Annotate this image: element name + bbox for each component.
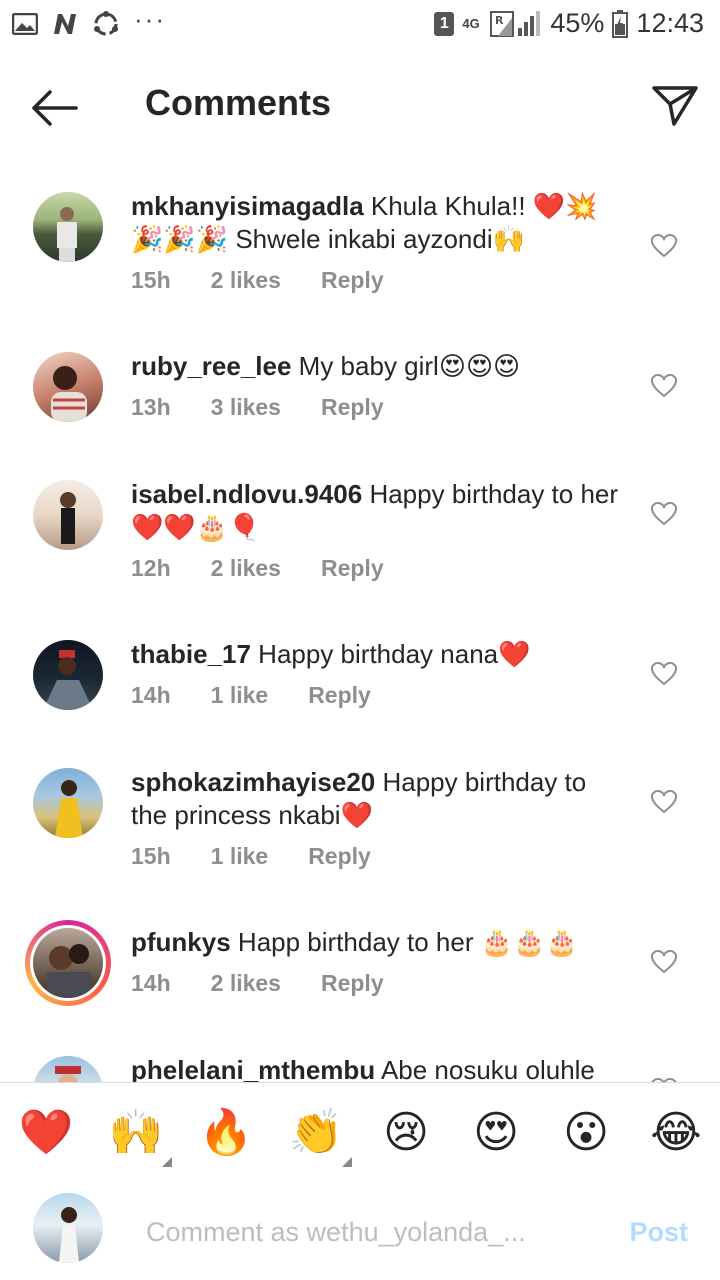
comment-username[interactable]: mkhanyisimagadla (131, 191, 364, 221)
battery-percent: 45% (550, 8, 605, 38)
comment-likes[interactable]: 1 like (211, 682, 269, 709)
comment-likes[interactable]: 2 likes (211, 970, 281, 997)
reply-button[interactable]: Reply (321, 555, 384, 582)
svg-text:R: R (495, 14, 504, 27)
status-left-icons: ··· (12, 4, 166, 38)
like-heart-icon[interactable] (650, 372, 678, 400)
like-heart-icon[interactable] (650, 788, 678, 816)
emoji-clapping-hands-glyph: 👏 (288, 1107, 344, 1158)
emoji-clapping-hands[interactable]: 👏 (286, 1103, 352, 1167)
signal-icon: R (490, 10, 541, 37)
like-heart-icon[interactable] (650, 948, 678, 976)
comment-input[interactable] (144, 1211, 588, 1253)
my-avatar (33, 1193, 103, 1263)
comment-time: 14h (131, 682, 171, 708)
direct-send-icon[interactable] (650, 80, 700, 130)
comment-meta: 14h 2 likes Reply (131, 970, 424, 997)
emoji-raising-hands[interactable]: 🙌 (106, 1103, 172, 1167)
reply-button[interactable]: Reply (308, 843, 371, 870)
comment-text: mkhanyisimagadla Khula Khula!! ❤️💥🎉🎉🎉 Sh… (131, 190, 626, 256)
reply-button[interactable]: Reply (308, 682, 371, 709)
comment-message: Abe nosuku oluhle (375, 1055, 595, 1082)
comment-likes[interactable]: 2 likes (211, 267, 281, 294)
avatar[interactable] (33, 192, 103, 262)
comment-time: 13h (131, 394, 171, 420)
comment-text: ruby_ree_lee My baby girl😍😍😍 (131, 350, 626, 383)
avatar[interactable] (33, 640, 103, 710)
image-icon (12, 13, 38, 35)
comment-text: sphokazimhayise20 Happy birthday to the … (131, 766, 626, 832)
comment-text: pfunkys Happ birthday to her 🎂🎂🎂 (131, 926, 626, 959)
comment-likes[interactable]: 3 likes (211, 394, 281, 421)
sync-icon (94, 11, 118, 36)
sim-badge: 1 (434, 11, 455, 36)
page-title: Comments (145, 82, 332, 123)
emoji-surprised-face[interactable]: 😮 (556, 1103, 616, 1163)
comment-username[interactable]: isabel.ndlovu.9406 (131, 479, 362, 509)
like-heart-icon[interactable] (650, 500, 678, 528)
status-bar: ··· 1 4G R 45% 12:43 (0, 0, 720, 50)
emoji-quick-bar: ❤️ 🙌 🔥 👏 😢 😍 😮 😂 (0, 1082, 720, 1182)
comment-time: 15h (131, 843, 171, 869)
avatar[interactable] (33, 480, 103, 550)
status-right-icons: 1 4G R 45% 12:43 (434, 8, 704, 39)
clock: 12:43 (636, 8, 704, 38)
emoji-heart-eyes[interactable]: 😍 (466, 1103, 526, 1163)
comment-text: isabel.ndlovu.9406 Happy birthday to her… (131, 478, 626, 544)
comment-username[interactable]: thabie_17 (131, 639, 251, 669)
comment-username[interactable]: ruby_ree_lee (131, 351, 291, 381)
comment-meta: 15h 1 like Reply (131, 843, 411, 870)
comment-text: phelelani_mthembu Abe nosuku oluhle (131, 1054, 626, 1082)
like-heart-icon[interactable] (650, 232, 678, 260)
comment-time: 15h (131, 267, 171, 293)
emoji-crying-face[interactable]: 😢 (376, 1103, 436, 1163)
comment-meta: 12h 2 likes Reply (131, 555, 424, 582)
comment-text: thabie_17 Happy birthday nana❤️ (131, 638, 626, 671)
reply-button[interactable]: Reply (321, 394, 384, 421)
reply-button[interactable]: Reply (321, 267, 384, 294)
comment-list[interactable]: mkhanyisimagadla Khula Khula!! ❤️💥🎉🎉🎉 Sh… (0, 170, 720, 1082)
comment-time: 12h (131, 555, 171, 581)
skin-tone-indicator (342, 1157, 352, 1167)
comment-likes[interactable]: 2 likes (211, 555, 281, 582)
n-app-icon (54, 14, 76, 34)
battery-icon (612, 9, 629, 38)
comment-meta: 15h 2 likes Reply (131, 267, 424, 294)
comment-composer: Post (0, 1181, 720, 1280)
comment-likes[interactable]: 1 like (211, 843, 269, 870)
comment-time: 14h (131, 970, 171, 996)
reply-button[interactable]: Reply (321, 970, 384, 997)
comment-message: My baby girl😍😍😍 (291, 351, 521, 381)
more-notifications: ··· (134, 3, 166, 34)
avatar[interactable] (33, 1056, 103, 1082)
comment-meta: 14h 1 like Reply (131, 682, 411, 709)
emoji-fire[interactable]: 🔥 (196, 1103, 256, 1163)
emoji-raising-hands-glyph: 🙌 (108, 1107, 164, 1158)
header: Comments (0, 60, 720, 152)
back-arrow-icon[interactable] (28, 82, 80, 134)
comment-username[interactable]: pfunkys (131, 927, 231, 957)
like-heart-icon[interactable] (650, 660, 678, 688)
network-type: 4G (462, 16, 480, 31)
comment-meta: 13h 3 likes Reply (131, 394, 424, 421)
comment-username[interactable]: sphokazimhayise20 (131, 767, 375, 797)
emoji-tears-of-joy[interactable]: 😂 (646, 1103, 706, 1163)
comment-message: Happy birthday nana❤️ (250, 639, 531, 669)
post-button[interactable]: Post (629, 1217, 688, 1248)
avatar-with-story-ring[interactable] (25, 920, 111, 1006)
avatar[interactable] (33, 768, 103, 838)
comment-message: Happ birthday to her 🎂🎂🎂 (230, 927, 578, 957)
avatar[interactable] (33, 352, 103, 422)
skin-tone-indicator (162, 1157, 172, 1167)
comment-username[interactable]: phelelani_mthembu (131, 1055, 375, 1082)
emoji-red-heart[interactable]: ❤️ (16, 1103, 76, 1163)
